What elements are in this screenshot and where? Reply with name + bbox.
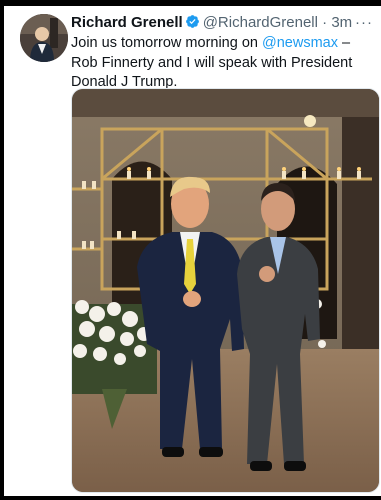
- mention-link[interactable]: @newsmax: [262, 35, 338, 51]
- tweet-text: Join us tomorrow morning on @newsmax – R…: [71, 34, 377, 93]
- tweet-card[interactable]: Richard Grenell @RichardGrenell · 3m ··· …: [4, 6, 381, 496]
- more-options-icon[interactable]: ···: [355, 13, 373, 33]
- separator-dot: ·: [322, 14, 328, 31]
- tweet-header: Richard Grenell @RichardGrenell · 3m ···: [71, 13, 377, 33]
- display-name[interactable]: Richard Grenell: [71, 14, 183, 31]
- timestamp[interactable]: 3m: [331, 14, 352, 31]
- screenshot-frame: Richard Grenell @RichardGrenell · 3m ··· …: [0, 0, 381, 500]
- tweet-photo[interactable]: [71, 88, 380, 493]
- verified-badge-icon: [185, 14, 200, 29]
- tweet-text-part-1: Join us tomorrow morning on: [71, 35, 262, 51]
- user-handle[interactable]: @RichardGrenell: [203, 14, 318, 31]
- avatar[interactable]: [20, 14, 68, 62]
